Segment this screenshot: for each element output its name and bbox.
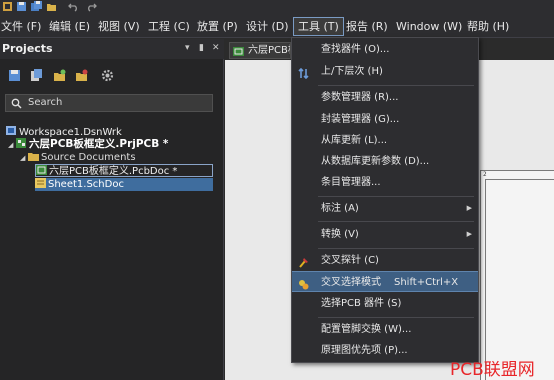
projects-panel-title: Projects <box>2 42 53 55</box>
tree-sch-doc[interactable]: Sheet1.SchDoc <box>35 178 213 191</box>
project-label: 六层PCB板框定义.PrjPCB * <box>29 138 169 150</box>
document-tab-pcb[interactable]: 六层PCB板 <box>229 42 291 59</box>
tree-folder-source[interactable]: ◢ Source Documents <box>20 151 136 164</box>
menu-item-label: 查找器件 (O)... <box>321 44 390 55</box>
projects-panel: Projects ▾ ▮ ✕ Search Workspace1.DsnWrk … <box>0 39 224 380</box>
menu-item-label: 从库更新 (L)... <box>321 135 388 146</box>
gear-icon[interactable] <box>101 69 114 82</box>
workspace-icon <box>6 126 17 136</box>
workspace-label: Workspace1.DsnWrk <box>19 127 122 138</box>
sheet-inner-border <box>485 179 554 380</box>
watermark-text: PCB联盟网 <box>450 360 535 380</box>
submenu-arrow-icon: ▶ <box>466 230 472 238</box>
menu-item-label: 配置管脚交换 (W)... <box>321 324 412 335</box>
pcb-document-icon <box>36 165 47 175</box>
menu-item-label: 原理图优先项 (P)... <box>321 345 408 356</box>
menu-item-configure-pin-swap[interactable]: 配置管脚交换 (W)... <box>292 319 478 340</box>
cross-select-icon <box>298 277 309 290</box>
menu-tools[interactable]: 工具 (T) <box>293 17 344 36</box>
menu-reports[interactable]: 报告 (R) <box>346 18 388 35</box>
expand-triangle-icon[interactable]: ◢ <box>8 139 14 152</box>
menu-separator <box>318 248 474 249</box>
menu-separator <box>318 85 474 86</box>
menu-item-label: 参数管理器 (R)... <box>321 92 399 103</box>
tree-project[interactable]: ◢ 六层PCB板框定义.PrjPCB * <box>8 138 168 151</box>
menu-item-up-down-hierarchy[interactable]: 上/下层次 (H) <box>292 61 478 82</box>
menu-item-update-from-library[interactable]: 从库更新 (L)... <box>292 130 478 151</box>
redo-icon[interactable] <box>86 1 97 12</box>
search-icon <box>11 98 22 109</box>
folder-label: Source Documents <box>41 152 136 163</box>
menu-item-cross-select-mode[interactable]: 交叉选择模式 Shift+Ctrl+X <box>292 271 478 292</box>
quick-access-bar <box>0 0 554 14</box>
panel-close-icon[interactable]: ✕ <box>212 43 220 53</box>
menu-bar: 文件 (F) 编辑 (E) 视图 (V) 工程 (C) 放置 (P) 设计 (D… <box>0 14 554 38</box>
project-options-icon[interactable] <box>30 69 43 82</box>
menu-item-annotate[interactable]: 标注 (A) ▶ <box>292 198 478 219</box>
close-project-icon[interactable] <box>75 69 88 82</box>
menu-item-cross-probe[interactable]: 交叉探针 (C) <box>292 250 478 271</box>
menu-view[interactable]: 视图 (V) <box>98 18 140 35</box>
open-project-icon[interactable] <box>53 69 66 82</box>
menu-item-update-params-from-db[interactable]: 从数据库更新参数 (D)... <box>292 151 478 172</box>
menu-item-parameter-manager[interactable]: 参数管理器 (R)... <box>292 87 478 108</box>
menu-project[interactable]: 工程 (C) <box>148 18 190 35</box>
menu-item-label: 交叉探针 (C) <box>321 255 379 266</box>
menu-item-label: 上/下层次 (H) <box>321 66 383 77</box>
expand-triangle-icon[interactable]: ◢ <box>20 152 26 165</box>
sch-doc-label: Sheet1.SchDoc <box>48 179 124 190</box>
open-folder-icon[interactable] <box>46 1 57 12</box>
menu-item-label: 交叉选择模式 <box>321 277 381 288</box>
hierarchy-icon <box>298 66 309 80</box>
menu-item-label: 封装管理器 (G)... <box>321 114 400 125</box>
menu-place[interactable]: 放置 (P) <box>197 18 238 35</box>
projects-panel-header: Projects ▾ ▮ ✕ <box>0 39 224 59</box>
menu-file[interactable]: 文件 (F) <box>1 18 41 35</box>
cross-probe-icon <box>298 255 309 268</box>
menu-item-label: 选择PCB 器件 (S) <box>321 298 402 309</box>
menu-item-label: 条目管理器... <box>321 177 381 188</box>
menu-item-item-manager[interactable]: 条目管理器... <box>292 172 478 193</box>
pcb-doc-label: 六层PCB板框定义.PcbDoc * <box>49 166 178 177</box>
schematic-sheet-border: 2 <box>480 170 554 380</box>
menu-item-label: 从数据库更新参数 (D)... <box>321 156 430 167</box>
tools-menu: 查找器件 (O)... 上/下层次 (H) 参数管理器 (R)... 封装管理器… <box>291 37 479 363</box>
pcb-document-icon <box>233 46 244 56</box>
menu-separator <box>318 317 474 318</box>
search-placeholder: Search <box>28 97 63 108</box>
menu-help[interactable]: 帮助 (H) <box>467 18 509 35</box>
menu-item-label: 转换 (V) <box>321 229 359 240</box>
panel-pin-icon[interactable]: ▮ <box>199 43 204 53</box>
menu-window[interactable]: Window (W) <box>396 18 462 35</box>
menu-item-convert[interactable]: 转换 (V) ▶ <box>292 224 478 245</box>
menu-item-shortcut: Shift+Ctrl+X <box>394 277 459 288</box>
panel-menu-icon[interactable]: ▾ <box>185 43 190 53</box>
save-all-icon[interactable] <box>31 1 42 12</box>
menu-item-find-component[interactable]: 查找器件 (O)... <box>292 39 478 60</box>
schematic-document-icon <box>35 178 46 188</box>
undo-icon[interactable] <box>68 1 79 12</box>
app-icon <box>2 1 13 12</box>
menu-separator <box>318 196 474 197</box>
search-input[interactable]: Search <box>5 94 213 112</box>
sheet-zone-number: 2 <box>483 171 487 178</box>
menu-item-select-pcb-components[interactable]: 选择PCB 器件 (S) <box>292 293 478 314</box>
pcb-project-icon <box>16 138 27 148</box>
save-icon[interactable] <box>16 1 27 12</box>
menu-edit[interactable]: 编辑 (E) <box>49 18 90 35</box>
save-project-icon[interactable] <box>8 69 21 82</box>
menu-item-label: 标注 (A) <box>321 203 359 214</box>
document-tab-label: 六层PCB板 <box>248 45 290 56</box>
menu-item-footprint-manager[interactable]: 封装管理器 (G)... <box>292 109 478 130</box>
tree-pcb-doc[interactable]: 六层PCB板框定义.PcbDoc * <box>35 164 213 177</box>
projects-toolbar <box>0 63 224 89</box>
folder-icon <box>28 151 39 161</box>
submenu-arrow-icon: ▶ <box>466 204 472 212</box>
menu-separator <box>318 221 474 222</box>
menu-design[interactable]: 设计 (D) <box>246 18 289 35</box>
